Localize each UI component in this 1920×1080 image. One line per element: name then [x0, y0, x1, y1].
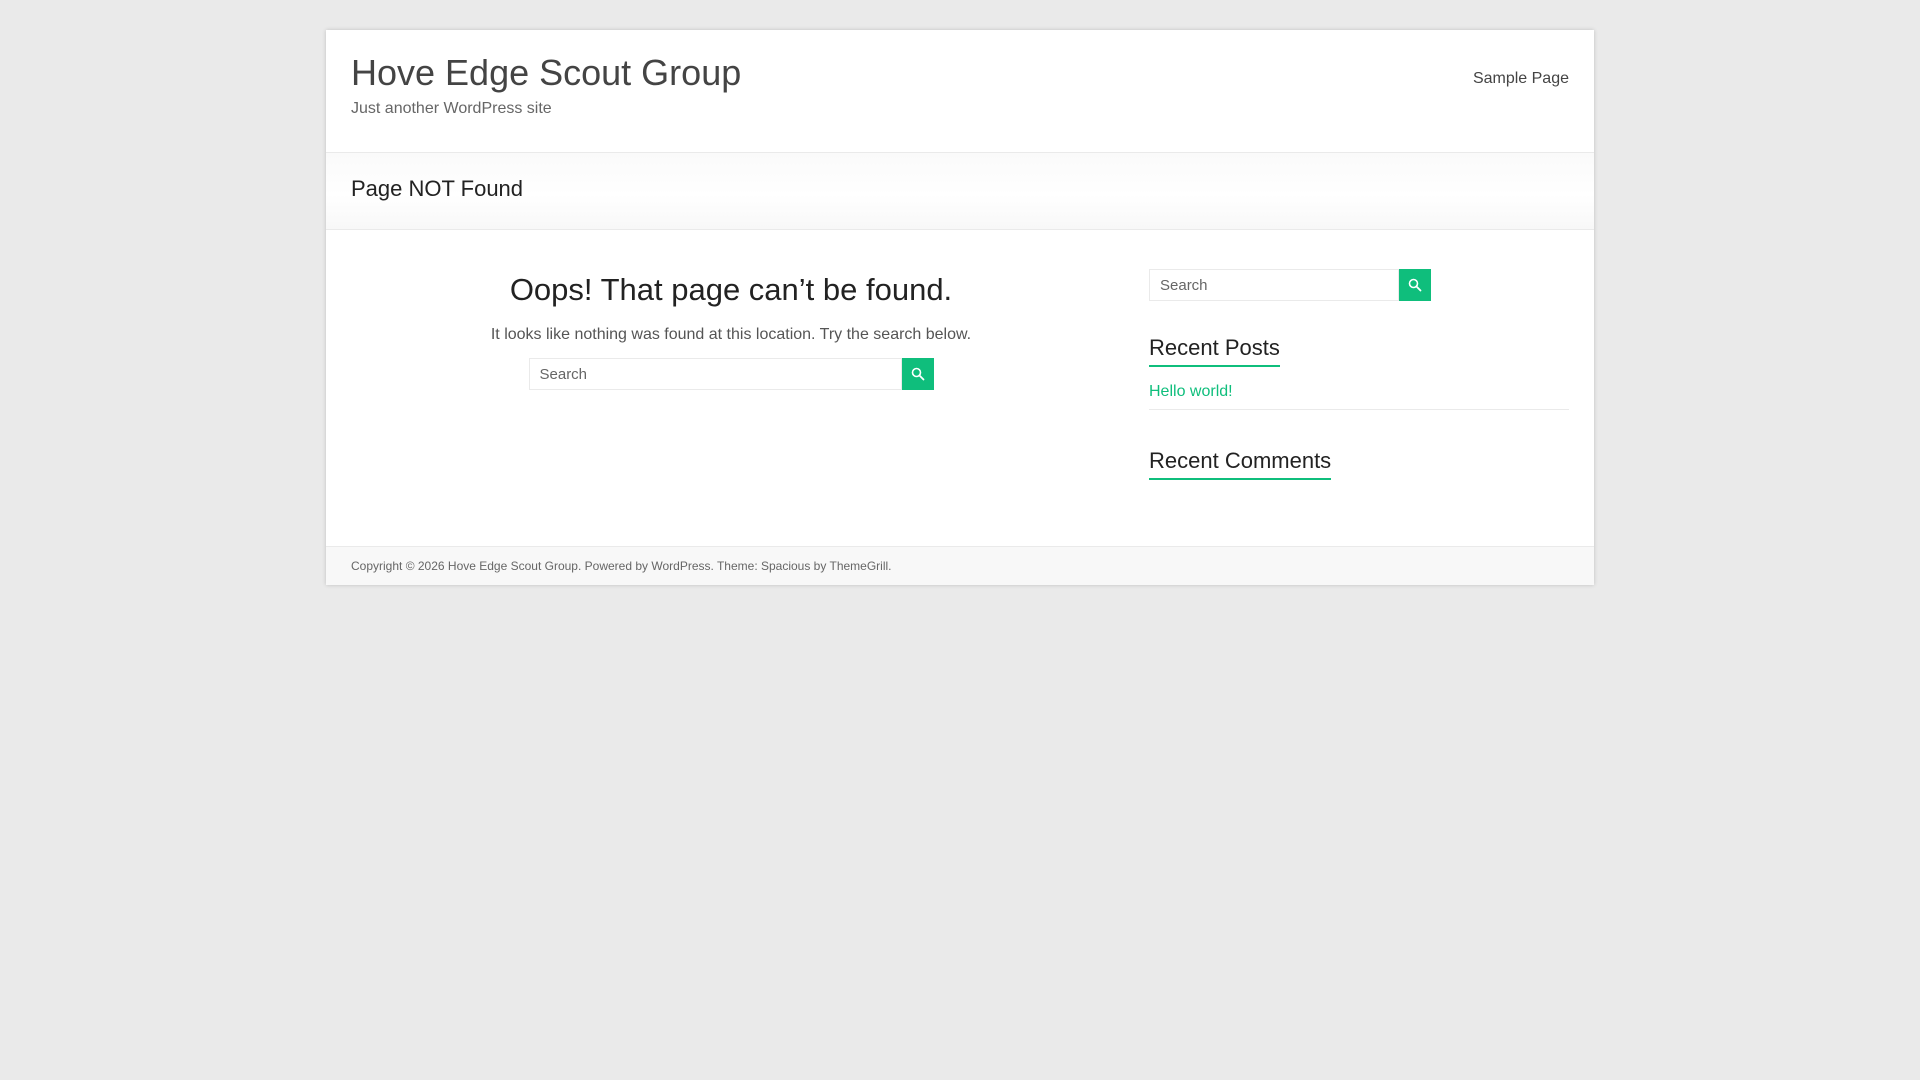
nav-item-sample-page[interactable]: Sample Page	[1473, 70, 1569, 87]
recent-posts-widget: Recent Posts Hello world!	[1149, 301, 1569, 410]
sidebar-search-button[interactable]	[1399, 269, 1431, 301]
list-item: Hello world!	[1149, 383, 1569, 401]
error-title: Oops! That page can’t be found.	[509, 272, 953, 307]
recent-posts-title: Recent Posts	[1149, 335, 1280, 367]
footer-wordpress-link[interactable]: WordPress	[651, 559, 710, 573]
copyright-text: Copyright © 2026 Hove Edge Scout Group. …	[351, 559, 892, 573]
sidebar-search-form	[1149, 269, 1569, 301]
main-search-button[interactable]	[901, 358, 934, 391]
site-title[interactable]: Hove Edge Scout Group	[351, 51, 741, 94]
powered-prefix: . Powered by	[577, 559, 649, 573]
main-search-input[interactable]	[528, 358, 902, 391]
search-icon	[1408, 278, 1422, 292]
sidebar: Recent Posts Hello world! Recent Comment…	[1149, 269, 1569, 480]
main-navigation: Sample Page	[1473, 70, 1569, 88]
error-message: It looks like nothing was found at this …	[490, 326, 972, 344]
recent-comments-title: Recent Comments	[1149, 448, 1332, 480]
footer-themegrill-link[interactable]: ThemeGrill	[829, 559, 888, 573]
site-header: Hove Edge Scout Group Just another WordP…	[326, 30, 1594, 153]
site-footer: Copyright © 2026 Hove Edge Scout Group. …	[326, 546, 1594, 585]
copyright-prefix: Copyright © 2026	[351, 559, 445, 573]
main-content: Oops! That page can’t be found. It looks…	[326, 230, 1594, 546]
page-wrapper: Hove Edge Scout Group Just another WordP…	[326, 30, 1594, 585]
search-icon	[911, 367, 924, 381]
main-search-form	[528, 358, 934, 391]
footer-site-link[interactable]: Hove Edge Scout Group	[448, 559, 578, 573]
site-description: Just another WordPress site	[351, 100, 552, 117]
error-404-section: Oops! That page can’t be found. It looks…	[351, 270, 1111, 391]
recent-post-link[interactable]: Hello world!	[1149, 383, 1233, 400]
recent-posts-list: Hello world!	[1149, 383, 1569, 410]
copyright-suffix: .	[888, 559, 892, 573]
theme-prefix: . Theme: Spacious by	[710, 559, 827, 573]
recent-comments-widget: Recent Comments	[1149, 410, 1569, 480]
sidebar-search-input[interactable]	[1149, 269, 1399, 301]
page-title-bar: Page NOT Found	[326, 153, 1594, 230]
page-title: Page NOT Found	[351, 176, 524, 201]
